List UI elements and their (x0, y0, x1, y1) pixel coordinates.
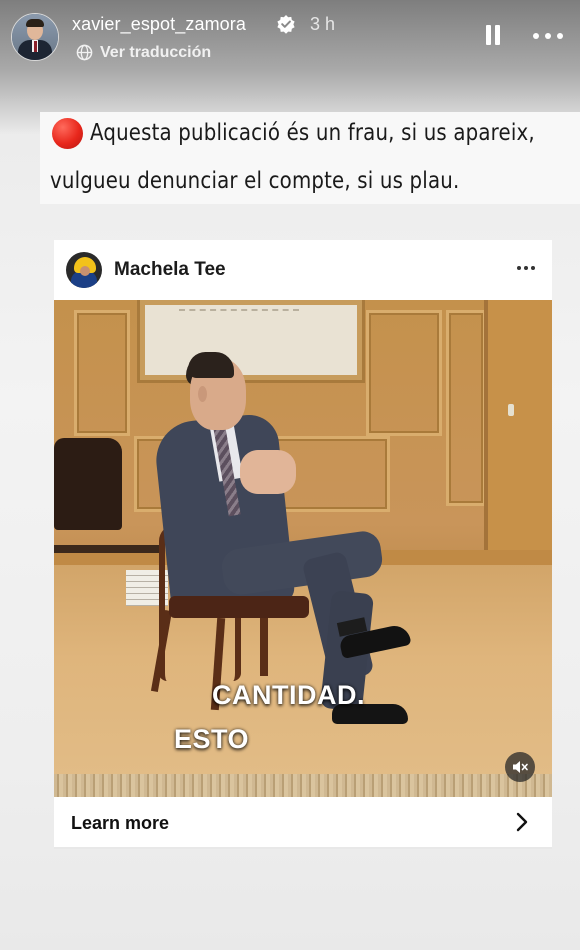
wall-panel (446, 310, 486, 506)
story-time: 3 h (310, 14, 336, 34)
story-username[interactable]: xavier_espot_zamora (72, 14, 246, 35)
shared-post-card[interactable]: Machela Tee CANTIDAD. ESTO Learn more (54, 240, 552, 849)
story-header: xavier_espot_zamora 3 h Ver traducción (0, 0, 580, 75)
post-more-icon[interactable] (515, 260, 539, 276)
verified-badge-icon (277, 15, 295, 34)
speaker-muted-icon (513, 761, 528, 773)
video-subtitle-2: ESTO (174, 724, 250, 754)
side-table (54, 545, 164, 553)
post-video[interactable]: CANTIDAD. ESTO (54, 300, 552, 797)
wall-panel (366, 310, 442, 436)
chevron-right-icon (516, 812, 528, 832)
caption-line-2: vulgueu denunciar el compte, si us plau. (50, 168, 460, 194)
framed-painting (140, 300, 362, 380)
wall-panel (74, 310, 130, 436)
learn-more-label: Learn more (71, 813, 170, 833)
translate-label: Ver traducción (100, 44, 212, 61)
video-subtitle-1: CANTIDAD. (212, 680, 365, 710)
rug-fringe (54, 774, 552, 797)
post-author-avatar[interactable] (66, 252, 102, 288)
door (484, 300, 552, 550)
learn-more-button[interactable]: Learn more (54, 797, 552, 849)
globe-icon (76, 44, 93, 61)
red-circle-icon (52, 118, 83, 149)
mute-button[interactable] (505, 752, 535, 782)
caption-line-1: Aquesta publicació és un frau, si us apa… (90, 120, 535, 146)
pause-button[interactable] (480, 22, 506, 48)
profile-avatar[interactable] (11, 13, 59, 61)
story-caption: Aquesta publicació és un frau, si us apa… (40, 112, 580, 204)
post-author-name[interactable]: Machela Tee (114, 259, 226, 281)
more-options-button[interactable] (531, 24, 571, 48)
leather-sofa (54, 438, 122, 530)
